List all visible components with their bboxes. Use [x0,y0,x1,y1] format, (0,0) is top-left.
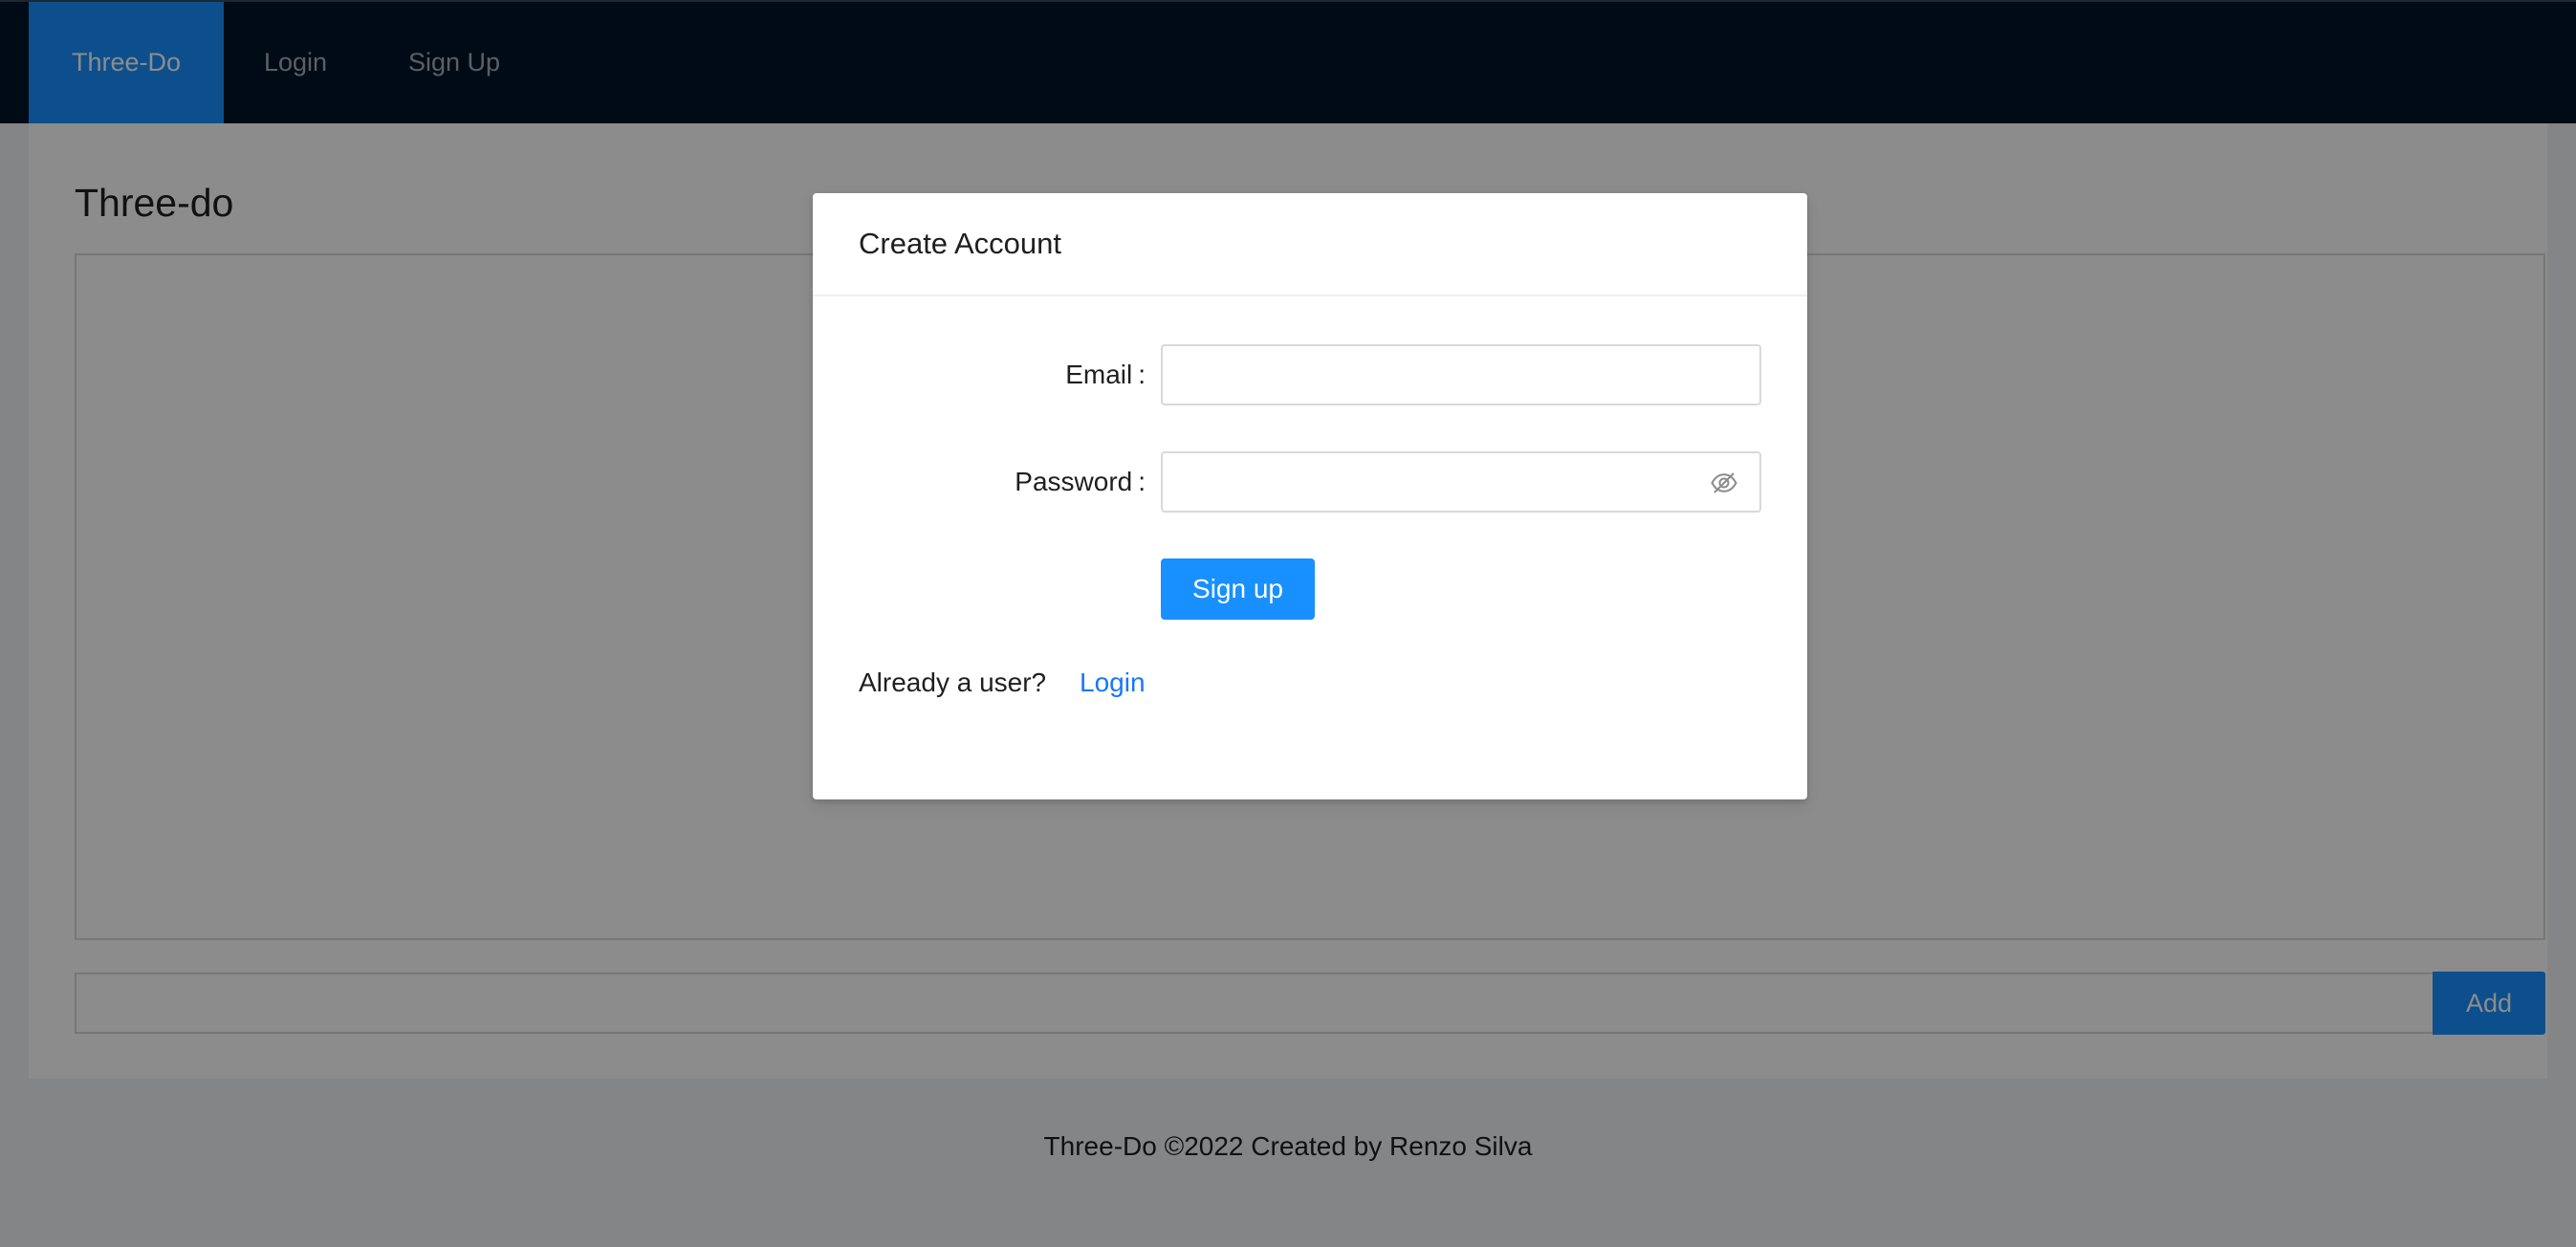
modal-title: Create Account [859,227,1061,260]
eye-invisible-icon[interactable] [1710,469,1738,497]
email-label: Email: [1065,360,1146,389]
email-field[interactable] [1161,344,1761,405]
password-field[interactable] [1161,451,1761,513]
password-label: Password: [1015,467,1146,496]
already-user-text: Already a user? [859,667,1047,697]
login-link[interactable]: Login [1080,664,1146,702]
modal-header: Create Account [813,193,1807,296]
sign-up-button[interactable]: Sign up [1161,558,1315,620]
create-account-modal: Create Account Email: Password: Sign up … [813,193,1807,799]
